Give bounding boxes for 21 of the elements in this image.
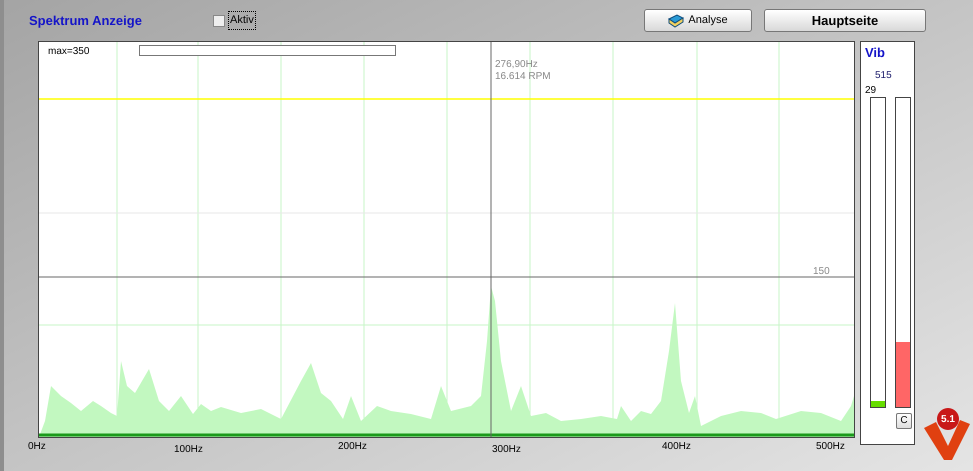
max-label: max=350 xyxy=(48,45,90,59)
axis-label: 100Hz xyxy=(174,443,203,457)
axis-label: 0Hz xyxy=(28,440,46,454)
page-title: Spektrum Anzeige xyxy=(29,12,143,30)
cursor-frequency: 276,90Hz xyxy=(495,58,538,72)
logo-badge: 5.1 xyxy=(937,408,959,430)
vib-value: 515 xyxy=(875,69,892,83)
book-icon xyxy=(668,14,684,28)
checkbox[interactable] xyxy=(213,14,225,26)
bar-reading: 29 xyxy=(865,84,876,98)
analyse-button[interactable]: Analyse xyxy=(644,9,752,32)
checkbox-label[interactable]: Aktiv xyxy=(228,11,256,30)
axis-label: 200Hz xyxy=(338,440,367,454)
vib-title: Vib xyxy=(865,44,885,62)
axis-label: 500Hz xyxy=(816,440,845,454)
axis-label: 400Hz xyxy=(662,440,691,454)
main-page-button[interactable]: Hauptseite xyxy=(764,9,926,32)
clear-button[interactable]: C xyxy=(896,413,912,429)
cursor-rpm: 16.614 RPM xyxy=(495,70,551,84)
axis-label: 300Hz xyxy=(492,443,521,457)
threshold-label: 150 xyxy=(813,265,830,279)
